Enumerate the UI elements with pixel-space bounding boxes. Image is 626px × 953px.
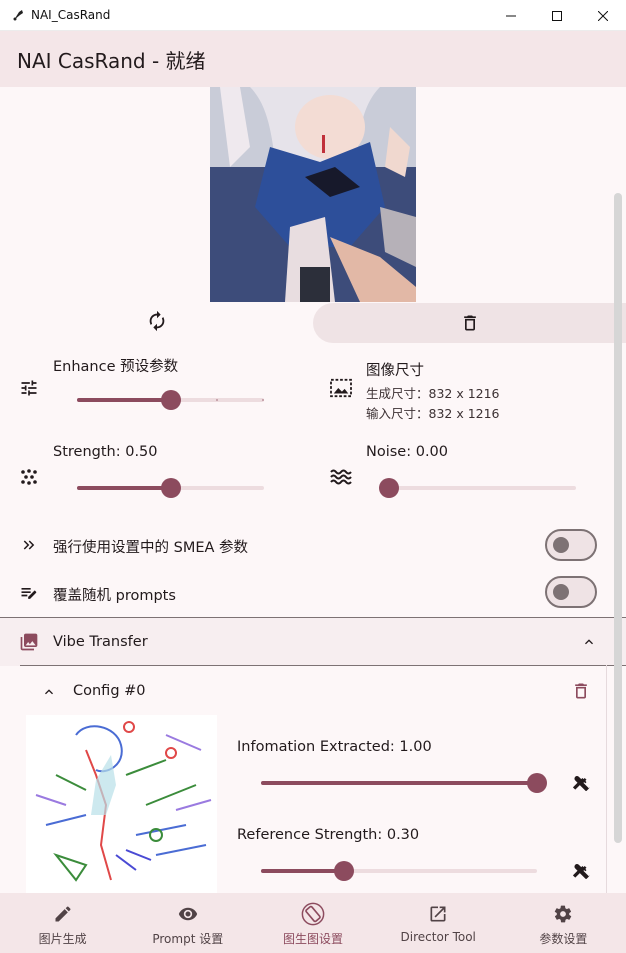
delete-config-button[interactable]	[569, 679, 593, 703]
info-extracted-slider[interactable]	[261, 773, 547, 793]
enhance-label: Enhance 预设参数	[53, 359, 179, 375]
scrollbar[interactable]	[614, 193, 622, 843]
nav-prompt-settings[interactable]: Prompt 设置	[125, 893, 250, 953]
nav-label: Director Tool	[400, 930, 476, 944]
tools-icon[interactable]	[569, 771, 593, 795]
reload-button[interactable]	[143, 310, 171, 336]
reference-strength-slider[interactable]	[261, 861, 537, 881]
slider-thumb[interactable]	[160, 478, 181, 498]
nav-director-tool[interactable]: Director Tool	[376, 893, 501, 953]
section-divider	[20, 665, 626, 666]
nav-parameter-settings[interactable]: 参数设置	[501, 893, 626, 953]
minimize-button[interactable]	[488, 0, 534, 31]
img2img-settings-panel[interactable]: Enhance 预设参数 图像尺寸 生成尺寸：832 x 1216 输入尺寸：8…	[0, 87, 626, 893]
rotate-screen-icon	[301, 902, 325, 926]
photo-library-icon	[17, 630, 41, 654]
strength-label: Strength: 0.50	[53, 444, 158, 460]
refresh-icon	[146, 310, 168, 336]
vibe-reference-image[interactable]	[26, 715, 217, 893]
slider-thumb[interactable]	[527, 773, 547, 793]
vibe-transfer-header[interactable]: Vibe Transfer	[0, 618, 626, 666]
trash-icon	[458, 311, 482, 335]
slider-track	[389, 486, 576, 490]
nav-image-generation[interactable]: 图片生成	[0, 893, 125, 953]
pencil-icon	[51, 902, 75, 926]
tools-icon[interactable]	[569, 859, 593, 883]
smea-label: 强行使用设置中的 SMEA 参数	[53, 540, 249, 556]
slider-fill	[261, 781, 537, 785]
delete-image-button[interactable]	[313, 303, 626, 343]
eye-icon	[176, 902, 200, 926]
slider-thumb[interactable]	[379, 478, 399, 498]
slider-tick	[262, 399, 264, 401]
nav-label: Prompt 设置	[152, 932, 224, 946]
noise-slider[interactable]	[379, 478, 576, 498]
smea-toggle[interactable]	[545, 529, 597, 561]
slider-tick	[124, 399, 126, 401]
grain-icon	[17, 465, 41, 489]
nav-label: 图片生成	[38, 932, 87, 946]
chevron-up-icon[interactable]	[37, 680, 61, 704]
override-prompts-label: 覆盖随机 prompts	[53, 588, 176, 604]
generated-size: 生成尺寸：832 x 1216	[366, 386, 500, 401]
photo-size-icon	[329, 376, 353, 400]
enhance-slider[interactable]	[77, 390, 264, 410]
app-icon	[11, 8, 25, 22]
app-bar: NAI CasRand - 就绪	[0, 31, 626, 87]
slider-fill	[77, 486, 171, 490]
config-title: Config #0	[73, 683, 146, 699]
reference-strength-label: Reference Strength: 0.30	[237, 827, 420, 843]
nav-label: 参数设置	[539, 932, 588, 946]
noise-label: Noise: 0.00	[366, 444, 449, 460]
input-size: 输入尺寸：832 x 1216	[366, 406, 500, 421]
strength-slider[interactable]	[77, 478, 264, 498]
maximize-button[interactable]	[534, 0, 580, 31]
nav-label: 图生图设置	[283, 932, 344, 946]
nav-img2img-settings[interactable]: 图生图设置	[250, 893, 375, 953]
slider-fill	[261, 869, 344, 873]
gear-icon	[551, 902, 575, 926]
tune-icon	[17, 376, 41, 400]
chevron-up-icon[interactable]	[577, 630, 601, 654]
info-extracted-label: Infomation Extracted: 1.00	[237, 739, 432, 755]
double-chevron-right-icon	[17, 533, 41, 557]
override-prompts-toggle[interactable]	[545, 576, 597, 608]
slider-tick	[216, 399, 218, 401]
slider-thumb[interactable]	[160, 390, 181, 410]
input-image[interactable]	[210, 87, 416, 302]
toggle-knob	[553, 584, 569, 600]
toggle-knob	[553, 537, 569, 553]
window-title: NAI_CasRand	[31, 8, 111, 22]
window-titlebar: NAI_CasRand	[0, 0, 626, 31]
page-title: NAI CasRand - 就绪	[17, 48, 206, 73]
open-external-icon	[426, 902, 450, 926]
edit-note-icon	[17, 581, 41, 605]
image-size-title: 图像尺寸	[366, 363, 424, 379]
vibe-transfer-title: Vibe Transfer	[53, 634, 148, 650]
slider-thumb[interactable]	[333, 861, 354, 881]
waves-icon	[329, 465, 353, 489]
close-button[interactable]	[580, 0, 626, 31]
bottom-navigation: 图片生成 Prompt 设置 图生图设置 Director Tool 参数设置	[0, 893, 626, 953]
